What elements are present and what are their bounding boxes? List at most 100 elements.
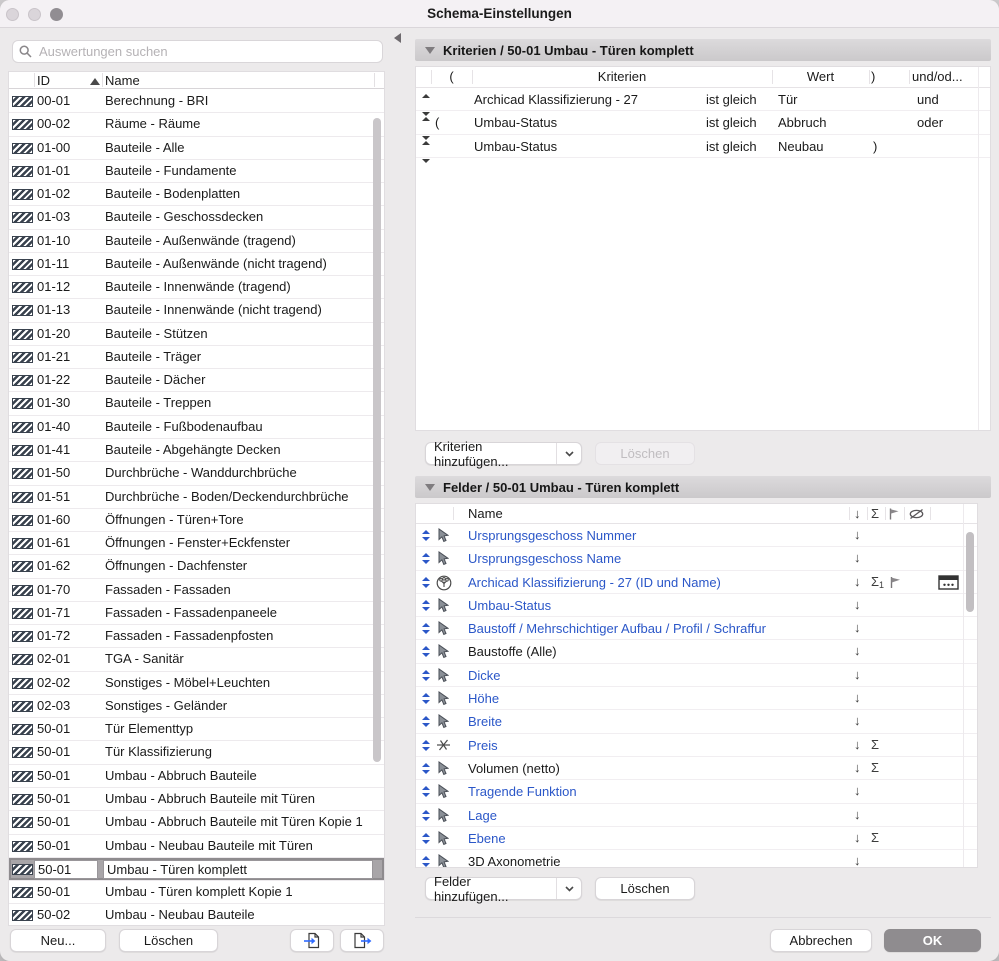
reorder-handle-icon[interactable] (422, 762, 431, 774)
list-item[interactable]: 00-01 Berechnung - BRI (9, 90, 384, 114)
condition-cell[interactable]: ist gleich (706, 88, 757, 110)
field-row[interactable]: Höhe (416, 687, 977, 711)
list-item[interactable]: 01-00 Bauteile - Alle (9, 136, 384, 160)
add-fields-button[interactable]: Felder hinzufügen... (425, 874, 582, 904)
export-scheme-button[interactable] (340, 929, 384, 952)
criteria-name-cell[interactable]: Umbau-Status (474, 135, 557, 157)
field-name[interactable]: Baustoffe (Alle) (468, 640, 557, 662)
field-name[interactable]: Preis (468, 734, 498, 756)
field-row[interactable]: Tragende Funktion (416, 780, 977, 804)
list-item[interactable]: 01-11 Bauteile - Außenwände (nicht trage… (9, 252, 384, 277)
search-input[interactable] (37, 43, 376, 60)
list-item[interactable]: 01-22 Bauteile - Dächer (9, 369, 384, 393)
field-row[interactable]: Dicke (416, 664, 977, 688)
list-item[interactable]: 01-40 Bauteile - Fußbodenaufbau (9, 415, 384, 439)
delete-criteria-button[interactable]: Löschen (595, 442, 695, 465)
criteria-row[interactable]: Archicad Klassifizierung - 27 ist gleich… (416, 88, 990, 117)
list-item[interactable]: 01-71 Fassaden - Fassadenpaneele (9, 601, 384, 626)
list-item[interactable]: 01-70 Fassaden - Fassaden (9, 578, 384, 602)
value-cell[interactable]: Neubau (778, 135, 824, 157)
reorder-handle-icon[interactable] (422, 716, 431, 728)
list-item[interactable]: 02-01 TGA - Sanitär (9, 648, 384, 672)
field-name[interactable]: Archicad Klassifizierung - 27 (ID und Na… (468, 571, 721, 593)
field-name[interactable]: 3D Axonometrie (468, 850, 561, 867)
list-item[interactable]: 50-02 Umbau - Neubau Bauteile (9, 904, 384, 925)
list-item[interactable]: 00-02 Räume - Räume (9, 113, 384, 137)
schemes-scrollbar-thumb[interactable] (373, 118, 381, 762)
list-item[interactable]: 01-20 Bauteile - Stützen (9, 322, 384, 346)
field-name[interactable]: Ursprungsgeschoss Name (468, 547, 621, 569)
fields-scrollbar-thumb[interactable] (966, 532, 974, 612)
list-item[interactable]: 01-62 Öffnungen - Dachfenster (9, 555, 384, 579)
reorder-handle-icon[interactable] (422, 856, 431, 867)
list-item[interactable]: 50-01 Umbau - Neubau Bauteile mit Türen (9, 834, 384, 858)
reorder-handle-icon[interactable] (422, 576, 431, 588)
list-item[interactable]: 01-41 Bauteile - Abgehängte Decken (9, 438, 384, 463)
close-paren-cell[interactable]: ) (873, 135, 877, 157)
chevron-down-icon[interactable] (556, 443, 581, 464)
collapse-panel-arrow-icon[interactable] (394, 33, 401, 43)
list-item[interactable]: 01-60 Öffnungen - Türen+Tore (9, 508, 384, 533)
field-name[interactable]: Ursprungsgeschoss Nummer (468, 524, 636, 546)
cancel-button[interactable]: Abbrechen (770, 929, 872, 952)
criteria-row[interactable]: Umbau-Status ist gleich Neubau ) (416, 135, 990, 164)
field-name[interactable]: Dicke (468, 664, 501, 686)
field-row[interactable]: Breite (416, 710, 977, 734)
criteria-panel-header[interactable]: Kriterien / 50-01 Umbau - Türen komplett (415, 39, 991, 61)
list-item[interactable]: 50-01 Umbau - Türen komplett (9, 857, 384, 882)
reorder-handle-icon[interactable] (422, 832, 431, 844)
list-item[interactable]: 01-03 Bauteile - Geschossdecken (9, 206, 384, 230)
list-item[interactable]: 01-02 Bauteile - Bodenplatten (9, 183, 384, 207)
fields-panel-header[interactable]: Felder / 50-01 Umbau - Türen komplett (415, 476, 991, 498)
field-row[interactable]: Umbau-Status (416, 594, 977, 618)
field-row[interactable]: Ursprungsgeschoss Name (416, 547, 977, 571)
column-header-id[interactable]: ID (37, 73, 50, 88)
list-item[interactable]: 50-01 Umbau - Abbruch Bauteile (9, 764, 384, 788)
list-item[interactable]: 01-30 Bauteile - Treppen (9, 392, 384, 416)
field-row[interactable]: Preis (416, 734, 977, 757)
condition-cell[interactable]: ist gleich (706, 111, 757, 133)
chevron-down-icon[interactable] (556, 878, 581, 899)
import-scheme-button[interactable] (290, 929, 334, 952)
reorder-handle-icon[interactable] (422, 623, 431, 635)
field-row[interactable]: Lage (416, 804, 977, 827)
list-item[interactable]: 01-10 Bauteile - Außenwände (tragend) (9, 229, 384, 253)
field-name[interactable]: Höhe (468, 687, 499, 709)
new-scheme-button[interactable]: Neu... (10, 929, 106, 952)
field-row[interactable]: Baustoffe (Alle) (416, 640, 977, 664)
value-cell[interactable]: Abbruch (778, 111, 826, 133)
field-row[interactable]: Archicad Klassifizierung - 27 (ID und Na… (416, 571, 977, 594)
condition-cell[interactable]: ist gleich (706, 135, 757, 157)
criteria-row[interactable]: ( Umbau-Status ist gleich Abbruch oder (416, 111, 990, 140)
list-item[interactable]: 01-51 Durchbrüche - Boden/Deckendurchbrü… (9, 485, 384, 509)
list-item[interactable]: 01-72 Fassaden - Fassadenpfosten (9, 625, 384, 649)
delete-field-button[interactable]: Löschen (595, 877, 695, 900)
list-item[interactable]: 01-50 Durchbrüche - Wanddurchbrüche (9, 462, 384, 486)
reorder-handle-icon[interactable] (422, 553, 431, 565)
field-row[interactable]: Volumen (netto) (416, 757, 977, 781)
list-item[interactable]: 50-01 Tür Klassifizierung (9, 741, 384, 765)
list-item[interactable]: 50-01 Umbau - Türen komplett Kopie 1 (9, 881, 384, 905)
field-row[interactable]: Ursprungsgeschoss Nummer (416, 524, 977, 548)
list-item[interactable]: 50-01 Umbau - Abbruch Bauteile mit Türen (9, 787, 384, 812)
reorder-handle-icon[interactable] (422, 646, 431, 658)
reorder-handle-icon[interactable] (422, 739, 431, 751)
search-field[interactable] (12, 40, 383, 63)
field-name[interactable]: Tragende Funktion (468, 780, 577, 802)
andor-cell[interactable]: und (917, 88, 939, 110)
reorder-handle-icon[interactable] (422, 809, 431, 821)
list-item[interactable]: 01-01 Bauteile - Fundamente (9, 159, 384, 184)
ok-button[interactable]: OK (884, 929, 981, 952)
list-item[interactable]: 50-01 Umbau - Abbruch Bauteile mit Türen… (9, 811, 384, 835)
field-name[interactable]: Lage (468, 804, 497, 826)
reorder-handle-icon[interactable] (422, 140, 431, 164)
list-item[interactable]: 50-01 Tür Elementtyp (9, 718, 384, 742)
criteria-name-cell[interactable]: Archicad Klassifizierung - 27 (474, 88, 638, 110)
list-item[interactable]: 01-21 Bauteile - Träger (9, 345, 384, 370)
field-name[interactable]: Baustoff / Mehrschichtiger Aufbau / Prof… (468, 617, 766, 639)
field-name[interactable]: Ebene (468, 827, 506, 849)
list-item[interactable]: 02-02 Sonstiges - Möbel+Leuchten (9, 671, 384, 695)
list-item[interactable]: 01-13 Bauteile - Innenwände (nicht trage… (9, 299, 384, 323)
delete-scheme-button[interactable]: Löschen (119, 929, 218, 952)
criteria-name-cell[interactable]: Umbau-Status (474, 111, 557, 133)
